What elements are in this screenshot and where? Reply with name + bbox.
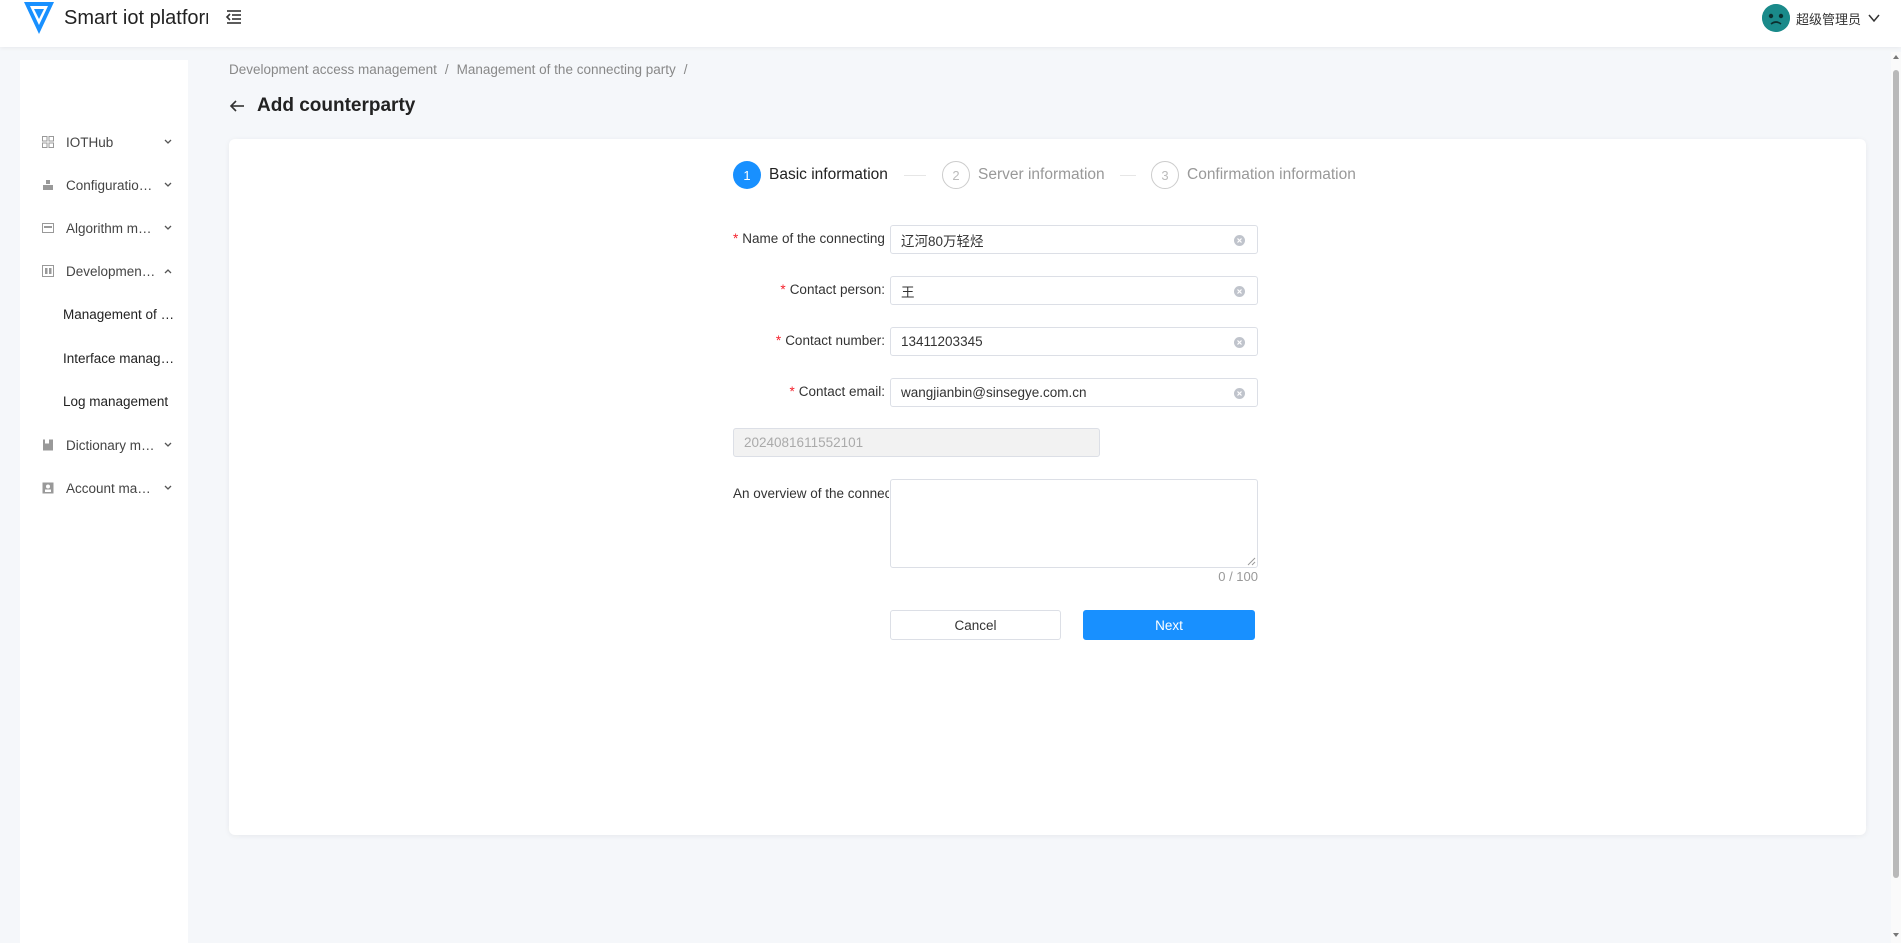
sidebar-item-account[interactable]: Account management [20,472,188,504]
contact-number-value: 13411203345 [901,334,983,349]
sidebar-item-label: Dictionary management [66,437,158,453]
required-mark: * [789,384,795,399]
chevron-up-icon [164,269,172,274]
sidebar-item-iothub[interactable]: IOTHub [20,126,188,158]
sidebar-item-label: Development access management [66,263,158,279]
dictionary-icon [43,439,53,451]
overview-label: An overview of the connecting party: [733,486,889,501]
algorithm-icon [42,223,54,233]
sidebar-item-development[interactable]: Development access management [20,255,188,287]
contact-number-input[interactable]: 13411203345 [890,327,1258,356]
contact-person-value: 王 [901,284,915,300]
contact-person-input[interactable]: 王 [890,276,1258,305]
breadcrumb-separator: / [444,62,449,77]
contact-email-label: * Contact email: [789,384,885,399]
step-divider [1120,175,1136,176]
chevron-down-icon [164,139,172,144]
step-basic-information: 1 Basic information [733,161,888,189]
menu-fold-icon[interactable] [224,7,244,27]
sidebar-item-label: IOTHub [66,134,114,150]
party-code-input: 2024081611552101 [733,428,1100,457]
arrow-left-icon[interactable] [228,97,246,115]
sidebar-subitem-label: Log management [63,394,169,409]
required-mark: * [775,333,782,348]
logo-icon [24,2,54,34]
next-button[interactable]: Next [1083,610,1255,640]
account-icon [42,482,54,494]
name-input-value: 辽河80万轻烃 [901,233,984,249]
step-title: Basic information [769,166,888,183]
clear-icon[interactable] [1234,286,1245,297]
name-input[interactable]: 辽河80万轻烃 [890,225,1258,254]
step-title: Confirmation information [1187,166,1356,183]
required-mark: * [733,231,739,246]
chevron-down-icon [164,182,172,187]
clear-icon[interactable] [1234,235,1245,246]
chevron-down-icon [164,442,172,447]
breadcrumb: Development access management / Manageme… [229,62,688,80]
sidebar-subitem-label: Interface management [63,351,176,366]
scroll-up-icon[interactable] [1893,54,1899,60]
chevron-down-icon[interactable] [1867,11,1881,25]
development-icon [42,265,54,277]
user-menu[interactable]: 超级管理员 [1761,3,1881,33]
step-number: 1 [733,161,761,189]
sidebar-item-dictionary[interactable]: Dictionary management [20,429,188,461]
step-server-information: 2 Server information [942,161,1105,189]
sidebar-item-algorithm[interactable]: Algorithm management [20,212,188,244]
avatar [1761,4,1790,32]
sidebar-subitem-connecting-party[interactable]: Management of the connecting party [20,299,188,331]
step-title: Server information [978,166,1105,183]
step-divider [904,175,926,176]
app-title: Smart iot platform [64,7,208,29]
sidebar-item-label: Algorithm management [66,220,158,236]
contact-person-label: * Contact person: [780,282,885,297]
breadcrumb-separator: / [683,62,688,77]
contact-email-input[interactable]: wangjianbin@sinsegye.com.cn [890,378,1258,407]
breadcrumb-item-connecting-party[interactable]: Management of the connecting party [457,62,676,80]
contact-number-label: * Contact number: [775,333,885,348]
character-counter: 0 / 100 [1218,569,1258,584]
step-confirmation-information: 3 Confirmation information [1151,161,1356,189]
user-name: 超级管理员 [1795,11,1861,27]
config-icon [43,180,53,190]
chevron-down-icon [164,485,172,490]
cancel-button[interactable]: Cancel [890,610,1061,640]
breadcrumb-item-development[interactable]: Development access management [229,62,437,80]
contact-email-value: wangjianbin@sinsegye.com.cn [901,385,1087,400]
party-code-value: 2024081611552101 [744,435,864,450]
page-title: Add counterparty [257,95,416,116]
step-number: 3 [1151,161,1179,189]
scroll-down-icon[interactable] [1893,932,1899,938]
sidebar-item-label: Account management [66,480,158,496]
grid-icon [42,136,54,148]
required-mark: * [780,282,786,297]
top-header: Smart iot platform 超级管理员 [0,0,1901,47]
clear-icon[interactable] [1234,337,1245,348]
overview-textarea[interactable] [890,479,1258,568]
clear-icon[interactable] [1234,388,1245,399]
step-number: 2 [942,161,970,189]
sidebar: IOTHub Configuration management Algorith… [20,60,188,943]
sidebar-item-configuration[interactable]: Configuration management [20,169,188,201]
sidebar-item-label: Configuration management [66,177,158,193]
sidebar-subitem-interface[interactable]: Interface management [20,343,188,375]
sidebar-subitem-log[interactable]: Log management [20,386,188,418]
sidebar-subitem-label: Management of the connecting party [63,307,176,322]
scrollbar-thumb[interactable] [1893,70,1899,878]
name-label: *Name of the connecting party: [733,231,889,246]
chevron-down-icon [164,225,172,230]
resize-grip-icon[interactable] [1247,557,1256,566]
